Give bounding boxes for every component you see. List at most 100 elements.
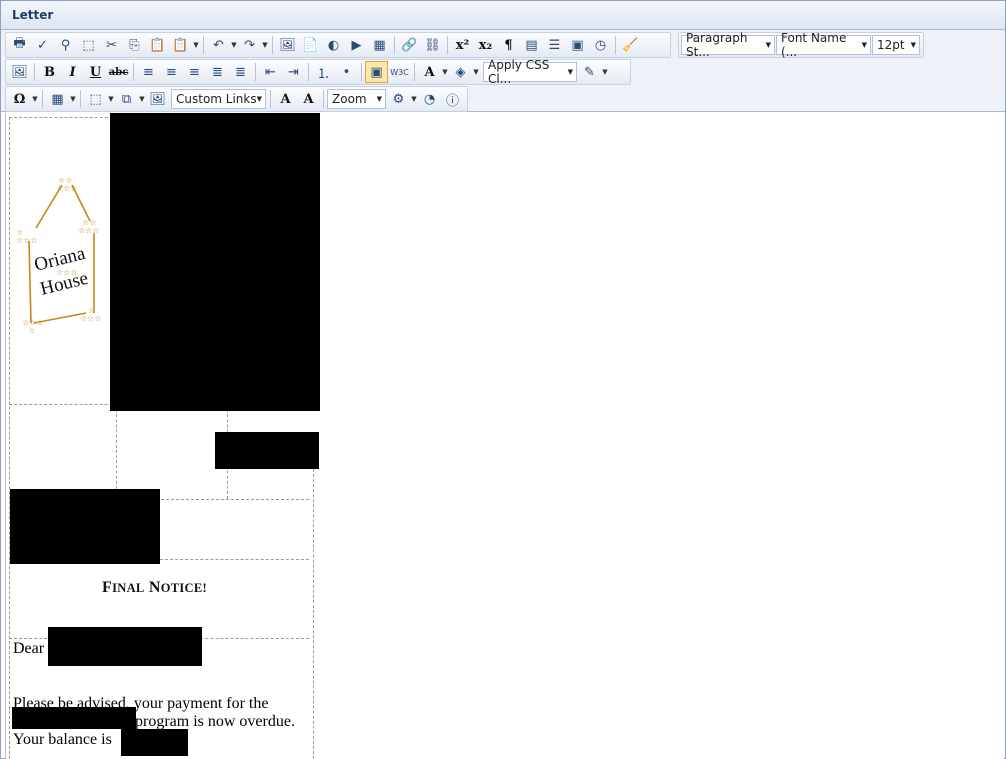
media-manager-icon[interactable]: ▶ [345,34,368,56]
convert-upper-icon[interactable]: A [297,88,320,110]
font-size-label: 12pt [877,38,905,52]
bullet-list-icon[interactable]: • [335,61,358,83]
separator [255,63,256,81]
notice-initial-f: F [102,579,113,596]
spellcheck-icon[interactable]: ✓ [31,34,54,56]
foreground-color-icon[interactable]: A [418,61,441,83]
zoom-dropdown[interactable]: Zoom ▼ [327,89,386,109]
redo-dropdown-icon[interactable]: ▼ [261,34,269,56]
undo-icon[interactable]: ↶ [207,34,230,56]
dropdown-arrow-icon: ▼ [256,95,262,103]
font-name-dropdown[interactable]: Font Name (... ▼ [776,31,871,59]
format-painter-icon[interactable]: ✎ [578,61,601,83]
remove-link-icon[interactable]: ⛓ [421,34,444,56]
window-title: Letter [12,8,54,22]
insert-form-icon[interactable]: ▤ [520,34,543,56]
toolbar-row-2: 🖼 B I U abc ≡ ≡ ≡ ≣ ≣ ⇤ ⇥ ⒈ • ▣ W3C A ▼ … [5,58,631,86]
document-manager-icon[interactable]: 📄 [299,34,322,56]
format-painter-dropdown-icon[interactable]: ▼ [601,61,609,83]
foreground-color-dropdown-icon[interactable]: ▼ [441,61,449,83]
insert-snippet-dropdown-icon[interactable]: ▼ [138,88,146,110]
svg-text:☆☆☆: ☆☆☆ [80,314,102,323]
font-name-label: Font Name (... [781,31,847,59]
flash-manager-icon[interactable]: ◐ [322,34,345,56]
insert-table-dropdown-icon[interactable]: ▼ [69,88,77,110]
paragraph-style-label: Paragraph St... [686,31,748,59]
justify-icon[interactable]: ≣ [206,61,229,83]
align-center-icon[interactable]: ≡ [160,61,183,83]
align-left-icon[interactable]: ≡ [137,61,160,83]
image-map-icon[interactable]: 🖼 [8,61,31,83]
module-manager-dropdown-icon[interactable]: ▼ [410,88,418,110]
track-changes-icon[interactable]: ◔ [418,88,441,110]
paste-dropdown-icon[interactable]: ▼ [192,34,200,56]
insert-date-icon[interactable]: ◷ [589,34,612,56]
apply-css-class-dropdown[interactable]: Apply CSS Cl... ▼ [483,58,577,86]
align-right-icon[interactable]: ≡ [183,61,206,83]
italic-button[interactable]: I [61,61,84,83]
toggle-table-borders-icon[interactable]: ▣ [365,61,388,83]
format-block-icon[interactable]: ☰ [543,34,566,56]
insert-element-dropdown-icon[interactable]: ▼ [107,88,115,110]
separator [323,90,324,108]
insert-link-icon[interactable]: 🔗 [398,34,421,56]
editor-window: Letter 🖶 ✓ ⚲ ⬚ ✂ ⎘ 📋 📋 ▼ ↶ ▼ ↷ ▼ 🖼 📄 ◐ ▶… [0,0,1006,759]
svg-text:☆: ☆ [28,326,35,335]
table-border [9,117,113,118]
oriana-house-logo: ☆☆ ☆☆☆ ☆☆ ☆☆☆ ☆ ☆☆☆ ☆☆☆ ☆ ☆☆☆ ☆☆☆ ☆ Oria… [16,176,102,335]
insert-snippet-icon[interactable]: ⧉ [115,88,138,110]
find-replace-icon[interactable]: ⚲ [54,34,77,56]
table-border [116,404,117,499]
insert-image-icon[interactable]: 🖼 [146,88,169,110]
strikethrough-button[interactable]: abc [107,61,130,83]
paragraph-style-dropdown[interactable]: Paragraph St... ▼ [681,31,775,59]
dropdown-arrow-icon: ▼ [765,41,771,49]
separator [447,36,448,54]
superscript-icon[interactable]: x² [451,34,474,56]
table-border [156,499,309,500]
symbols-icon[interactable]: Ω [8,88,31,110]
toolbar-row-3: Ω ▼ ▦ ▼ ⬚ ▼ ⧉ ▼ 🖼 Custom Links ▼ A A Zoom… [5,86,468,112]
snippet-icon[interactable]: ▣ [566,34,589,56]
body-line-3: Your balance is [13,731,112,748]
indent-icon[interactable]: ⇥ [282,61,305,83]
format-stripper-icon[interactable]: 🧹 [619,34,642,56]
notice-initial-n: N [148,579,161,596]
insert-element-icon[interactable]: ⬚ [84,88,107,110]
custom-links-label: Custom Links [176,92,257,106]
remove-alignment-icon[interactable]: ≣ [229,61,252,83]
paste-options-icon[interactable]: 📋 [169,34,192,56]
underline-button[interactable]: U [84,61,107,83]
bold-button[interactable]: B [38,61,61,83]
xhtml-validator-icon[interactable]: W3C [388,61,411,83]
convert-lower-icon[interactable]: A [274,88,297,110]
custom-links-dropdown[interactable]: Custom Links ▼ [171,89,266,109]
print-icon[interactable]: 🖶 [8,34,31,56]
insert-table-icon[interactable]: ▦ [46,88,69,110]
copy-icon[interactable]: ⎘ [123,34,146,56]
separator [272,36,273,54]
symbols-dropdown-icon[interactable]: ▼ [31,88,39,110]
help-icon[interactable]: ⓘ [441,88,464,110]
table-border [313,469,314,759]
redo-icon[interactable]: ↷ [238,34,261,56]
separator [203,36,204,54]
template-manager-icon[interactable]: ▦ [368,34,391,56]
font-size-dropdown[interactable]: 12pt ▼ [872,35,920,55]
module-manager-icon[interactable]: ⚙ [387,88,410,110]
numbered-list-icon[interactable]: ⒈ [312,61,335,83]
editor-content-area[interactable]: ☆☆ ☆☆☆ ☆☆ ☆☆☆ ☆ ☆☆☆ ☆☆☆ ☆ ☆☆☆ ☆☆☆ ☆ Oria… [5,113,1004,759]
notice-small-caps-1: INAL [112,581,145,595]
select-all-icon[interactable]: ⬚ [77,34,100,56]
cut-icon[interactable]: ✂ [100,34,123,56]
separator [80,90,81,108]
background-color-dropdown-icon[interactable]: ▼ [472,61,480,83]
paragraph-icon[interactable]: ¶ [497,34,520,56]
paste-icon[interactable]: 📋 [146,34,169,56]
outdent-icon[interactable]: ⇤ [259,61,282,83]
image-manager-icon[interactable]: 🖼 [276,34,299,56]
background-color-icon[interactable]: ◈ [449,61,472,83]
undo-dropdown-icon[interactable]: ▼ [230,34,238,56]
dropdown-arrow-icon: ▼ [910,41,916,49]
subscript-icon[interactable]: x₂ [474,34,497,56]
